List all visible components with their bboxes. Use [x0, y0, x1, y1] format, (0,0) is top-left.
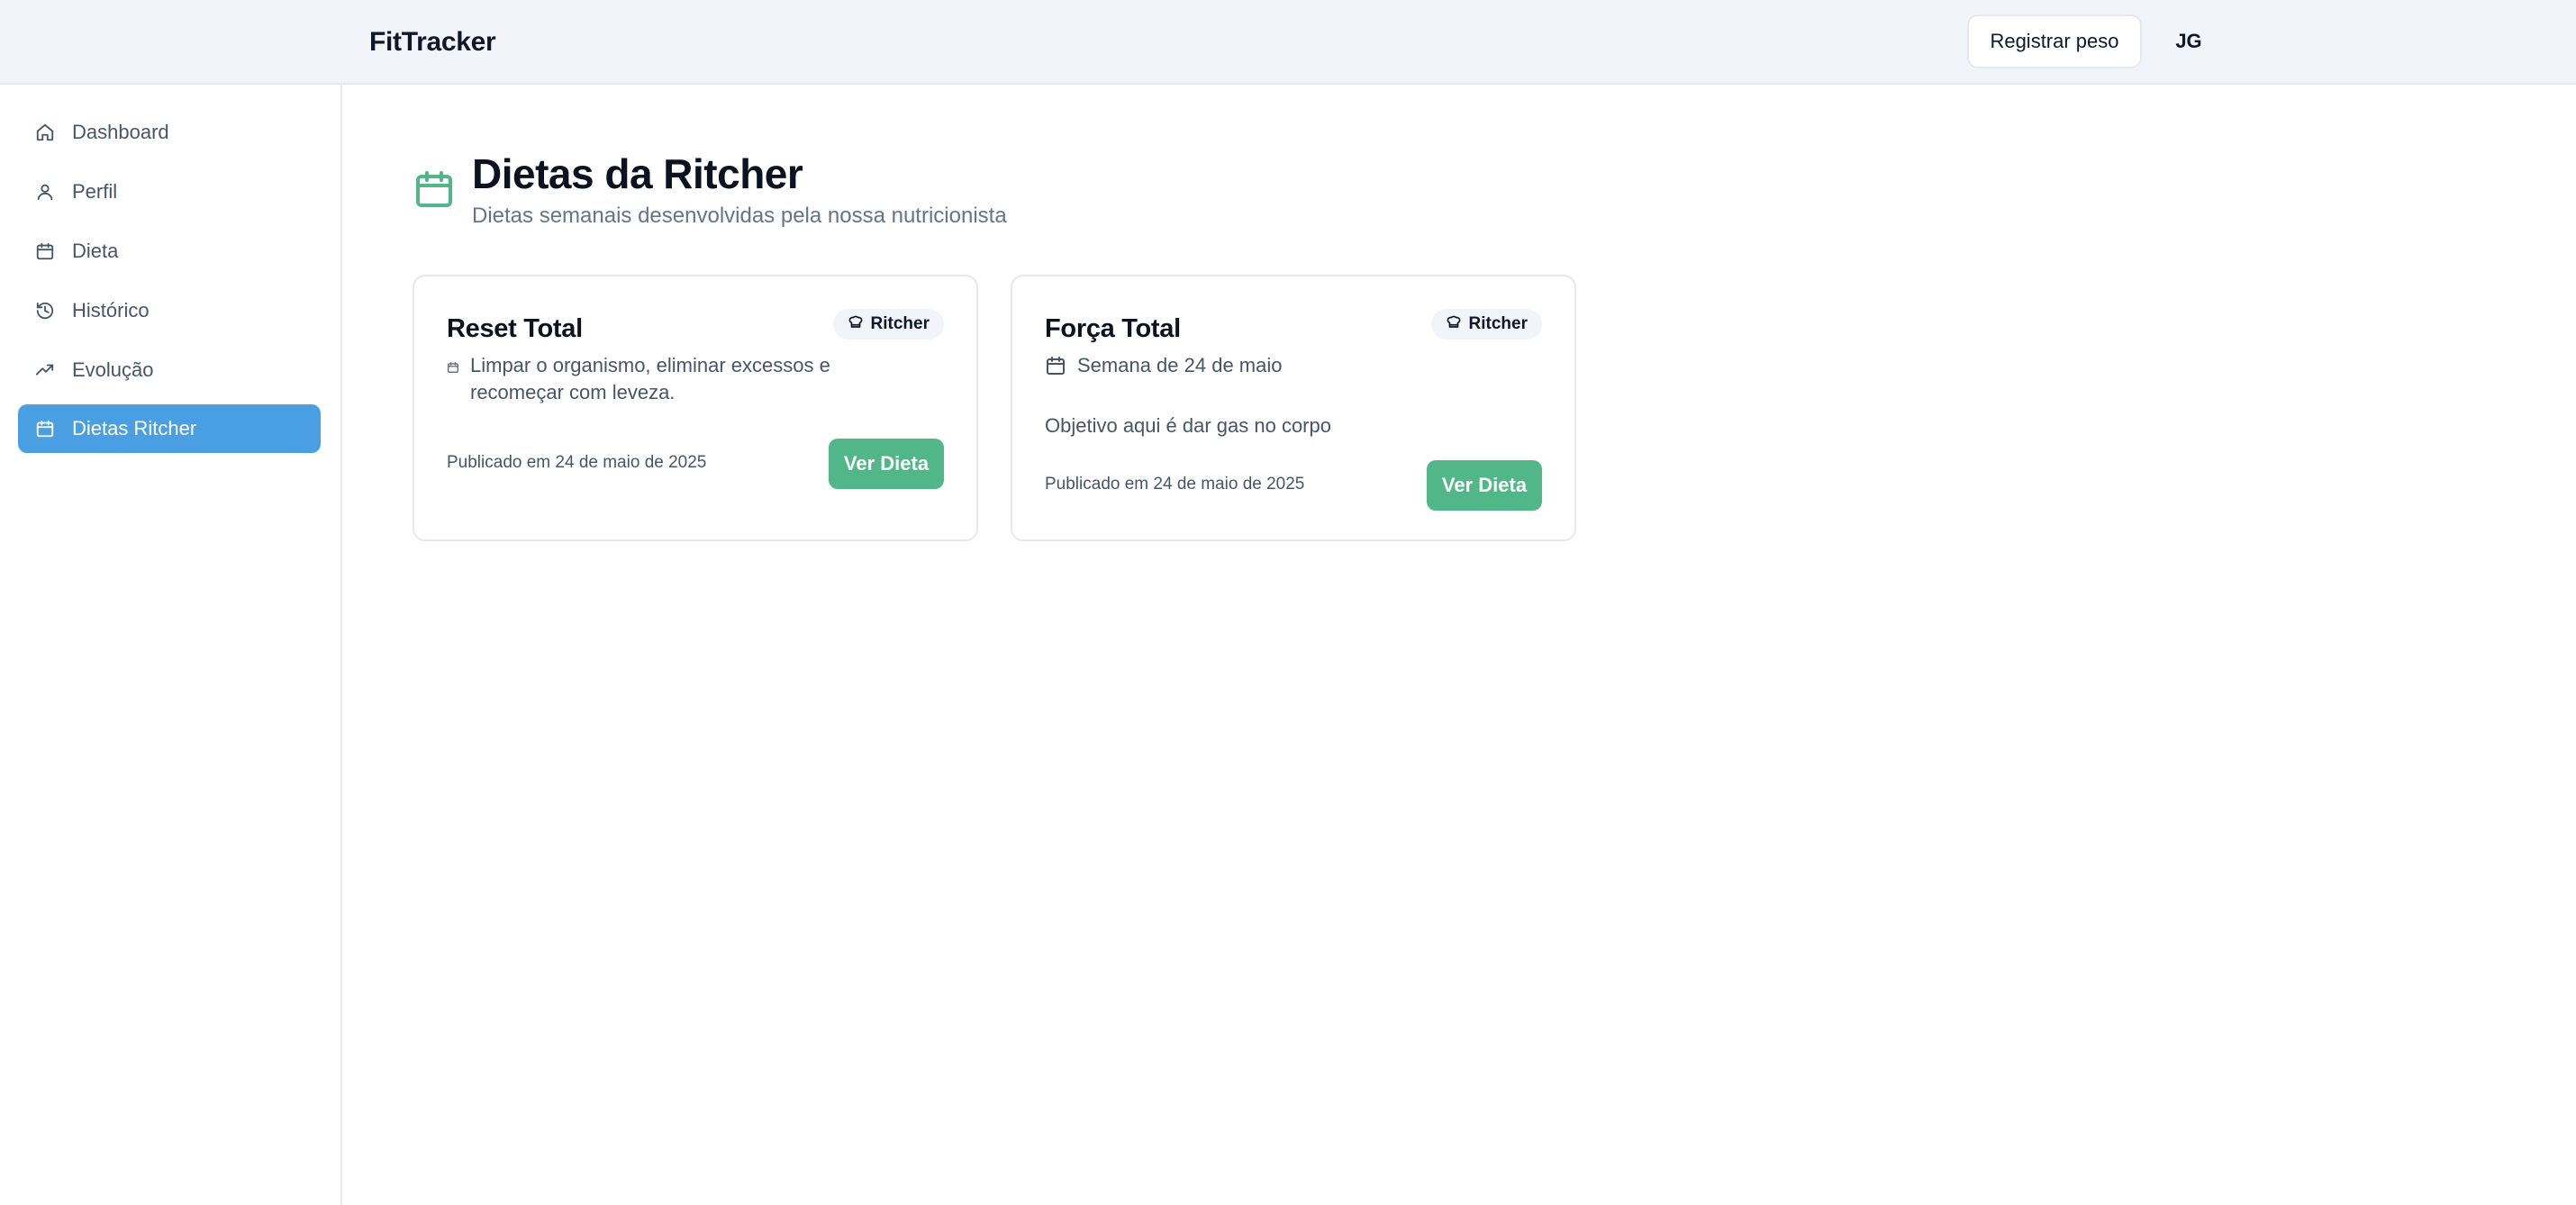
- home-icon: [34, 122, 56, 143]
- page-subtitle: Dietas semanais desenvolvidas pela nossa…: [472, 204, 1007, 228]
- badge-label: Ritcher: [870, 314, 930, 333]
- calendar-icon: [34, 418, 56, 439]
- sidebar-item-dieta[interactable]: Dieta: [18, 227, 321, 276]
- sidebar-item-label: Histórico: [72, 299, 150, 322]
- diet-card-meta: Limpar o organismo, eliminar excessos e …: [447, 352, 866, 406]
- user-avatar[interactable]: JG: [2165, 18, 2212, 65]
- sidebar-item-label: Dietas Ritcher: [72, 417, 197, 439]
- diet-card: Força Total Ritcher Semana de 24 de maio…: [1011, 275, 1576, 541]
- sidebar-item-dashboard[interactable]: Dashboard: [18, 108, 321, 157]
- published-date: Publicado em 24 de maio de 2025: [447, 453, 707, 472]
- chef-hat-icon: [1446, 313, 1462, 335]
- sidebar-item-label: Dieta: [72, 240, 119, 262]
- page-title: Dietas da Ritcher: [472, 150, 803, 197]
- trending-up-icon: [34, 359, 56, 381]
- published-date: Publicado em 24 de maio de 2025: [1045, 475, 1305, 494]
- sidebar-item-label: Perfil: [72, 180, 118, 203]
- diet-card-meta-text: Semana de 24 de maio: [1077, 354, 1283, 376]
- sidebar: Dashboard Perfil Dieta Histórico Evoluçã…: [0, 85, 342, 1205]
- calendar-icon: [413, 168, 456, 211]
- view-diet-button[interactable]: Ver Dieta: [829, 439, 944, 489]
- calendar-icon: [1045, 355, 1066, 376]
- view-diet-button[interactable]: Ver Dieta: [1427, 460, 1542, 511]
- app-root: FitTracker Registrar peso JG Dashboard P…: [0, 0, 2576, 1205]
- diet-card-description: Objetivo aqui é dar gas no corpo: [1045, 414, 1331, 437]
- diet-card-meta-text: Limpar o organismo, eliminar excessos e …: [470, 354, 830, 403]
- diet-card-title: Reset Total: [447, 314, 583, 343]
- top-header: FitTracker Registrar peso JG: [0, 0, 2576, 85]
- chef-hat-icon: [848, 313, 864, 335]
- author-badge: Ritcher: [832, 309, 944, 340]
- calendar-icon: [34, 240, 56, 262]
- history-icon: [34, 300, 56, 322]
- sidebar-item-label: Evolução: [72, 358, 154, 381]
- sidebar-item-historico[interactable]: Histórico: [18, 286, 321, 335]
- author-badge: Ritcher: [1430, 309, 1542, 340]
- register-weight-button[interactable]: Registrar peso: [1967, 14, 2142, 68]
- app-brand[interactable]: FitTracker: [369, 0, 496, 85]
- diet-card-title: Força Total: [1045, 314, 1181, 343]
- sidebar-item-evolucao[interactable]: Evolução: [18, 346, 321, 394]
- diet-card: Reset Total Ritcher Limpar o organismo, …: [413, 275, 978, 541]
- calendar-icon: [447, 361, 459, 374]
- sidebar-item-dietas-ritcher[interactable]: Dietas Ritcher: [18, 404, 321, 453]
- sidebar-item-label: Dashboard: [72, 121, 169, 143]
- sidebar-item-perfil[interactable]: Perfil: [18, 168, 321, 216]
- user-icon: [34, 181, 56, 203]
- badge-label: Ritcher: [1468, 314, 1528, 333]
- diet-card-meta: Semana de 24 de maio: [1045, 352, 1474, 379]
